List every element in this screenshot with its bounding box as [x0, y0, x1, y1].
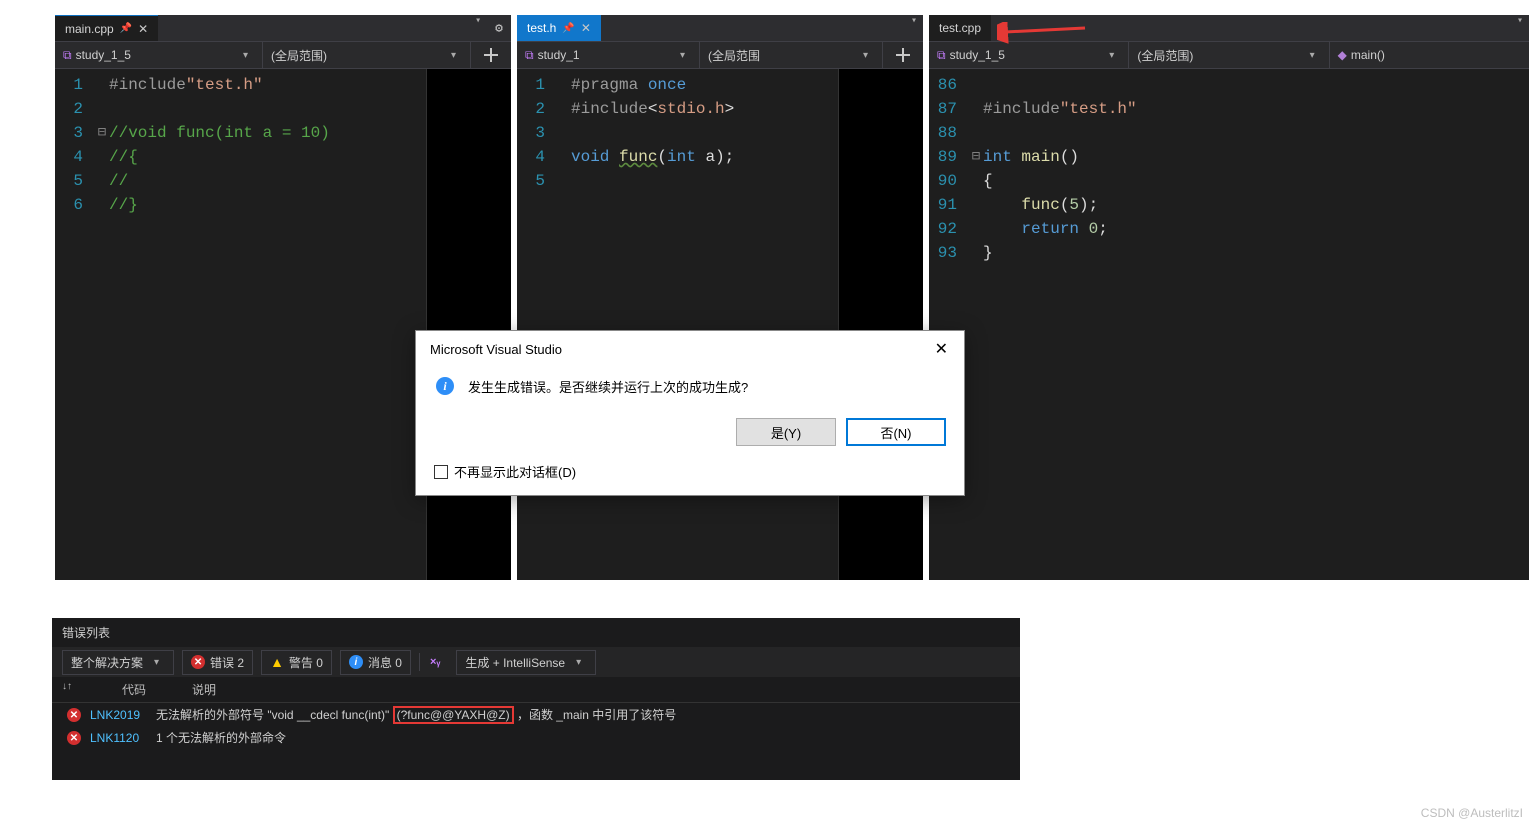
warning-icon: ▲	[270, 654, 284, 670]
function-selector[interactable]: ◆ main()	[1330, 42, 1529, 68]
error-list-panel: 错误列表 整个解决方案 ▾ ✕ 错误 2 ▲ 警告 0 i 消息 0 ×ᵧ 生成…	[52, 618, 1020, 780]
chevron-down-icon: ▾	[1103, 50, 1120, 61]
project-selector[interactable]: ⧉ study_1_5 ▾	[929, 42, 1129, 68]
function-name: main()	[1351, 48, 1385, 62]
project-icon: ⧉	[63, 48, 72, 63]
scope-selector[interactable]: (全局范围 ▾	[700, 42, 883, 68]
project-selector[interactable]: ⧉ study_1_5 ▾	[55, 42, 263, 68]
symbol-highlight: (?func@@YAXH@Z)	[393, 706, 514, 724]
code-content[interactable]: #include"test.h" int main() { func(5); r…	[983, 69, 1529, 580]
error-code-link[interactable]: LNK1120	[90, 731, 152, 745]
chevron-down-icon: ▾	[1304, 50, 1321, 61]
chevron-down-icon: ▾	[674, 50, 691, 61]
scope-selector[interactable]: (全局范围) ▾	[1129, 42, 1329, 68]
close-icon[interactable]: ✕	[929, 339, 954, 359]
fold-gutter[interactable]: ⊟	[969, 69, 983, 580]
tab-bar: test.cpp ▾	[929, 15, 1529, 41]
build-filter-selector[interactable]: 生成 + IntelliSense ▾	[456, 650, 596, 675]
column-description[interactable]: 说明	[192, 681, 1010, 698]
line-gutter: 12345	[517, 69, 557, 580]
split-view-button[interactable]	[471, 42, 511, 68]
minimap[interactable]	[426, 69, 511, 580]
tab-label: test.h	[527, 21, 556, 35]
split-icon	[484, 48, 498, 62]
scope-label: (全局范围	[708, 47, 760, 64]
no-button[interactable]: 否(N)	[846, 418, 946, 446]
minimap[interactable]	[838, 69, 923, 580]
project-name: study_1	[538, 48, 580, 62]
function-icon: ◆	[1338, 48, 1347, 62]
tab-dropdown-icon[interactable]: ▾	[1511, 15, 1529, 41]
chevron-down-icon: ▾	[237, 50, 254, 61]
editor-pane-test-cpp: test.cpp ▾ ⧉ study_1_5 ▾ (全局范围) ▾ ◆ main…	[929, 15, 1529, 580]
tab-main-cpp[interactable]: main.cpp 📌 ✕	[55, 15, 158, 41]
warnings-filter[interactable]: ▲ 警告 0	[261, 650, 332, 675]
editor-toolbar: ⧉ study_1 ▾ (全局范围 ▾	[517, 41, 923, 69]
tab-dropdown-icon[interactable]: ▾	[469, 15, 487, 41]
column-code[interactable]: 代码	[122, 681, 192, 698]
error-row[interactable]: ✕ LNK2019 无法解析的外部符号 "void __cdecl func(i…	[52, 703, 1020, 726]
chevron-down-icon: ▾	[445, 50, 462, 61]
scope-selector[interactable]: (全局范围) ▾	[263, 42, 471, 68]
project-selector[interactable]: ⧉ study_1 ▾	[517, 42, 700, 68]
project-icon: ⧉	[525, 48, 534, 63]
tab-test-h[interactable]: test.h 📌 ✕	[517, 15, 601, 41]
error-description: 无法解析的外部符号 "void __cdecl func(int)" (?fun…	[156, 706, 676, 723]
error-description: 1 个无法解析的外部命令	[156, 729, 286, 746]
solution-scope-selector[interactable]: 整个解决方案 ▾	[62, 650, 174, 675]
errors-filter[interactable]: ✕ 错误 2	[182, 650, 253, 675]
clear-icon[interactable]: ×ᵧ	[430, 656, 440, 668]
info-icon: i	[349, 655, 363, 669]
error-icon: ✕	[67, 731, 81, 745]
code-content[interactable]: #include"test.h" //void func(int a = 10)…	[109, 69, 426, 580]
project-icon: ⧉	[937, 48, 946, 63]
build-error-dialog: Microsoft Visual Studio ✕ i 发生生成错误。是否继续并…	[415, 330, 965, 496]
fold-gutter[interactable]	[557, 69, 571, 580]
pin-icon[interactable]: 📌	[562, 23, 574, 34]
chevron-down-icon: ▾	[148, 657, 165, 668]
checkbox-label: 不再显示此对话框(D)	[454, 462, 576, 481]
scope-label: (全局范围)	[271, 47, 327, 64]
yes-button[interactable]: 是(Y)	[736, 418, 836, 446]
watermark: CSDN @AusterlitzI	[1421, 806, 1523, 820]
editor-toolbar: ⧉ study_1_5 ▾ (全局范围) ▾	[55, 41, 511, 69]
chevron-down-icon: ▾	[857, 50, 874, 61]
tab-test-cpp[interactable]: test.cpp	[929, 15, 991, 41]
tab-bar: main.cpp 📌 ✕ ▾ ⚙	[55, 15, 511, 41]
dialog-message: 发生生成错误。是否继续并运行上次的成功生成?	[468, 377, 748, 396]
error-row[interactable]: ✕ LNK1120 1 个无法解析的外部命令	[52, 726, 1020, 749]
tab-label: test.cpp	[939, 21, 981, 35]
close-icon[interactable]: ✕	[138, 22, 148, 36]
project-name: study_1_5	[76, 48, 131, 62]
error-table-header: ↓↑ 代码 说明	[52, 677, 1020, 703]
fold-gutter[interactable]: ⊟	[95, 69, 109, 580]
split-icon	[896, 48, 910, 62]
dont-show-again-checkbox[interactable]	[434, 465, 448, 479]
tab-dropdown-icon[interactable]: ▾	[905, 15, 923, 41]
gear-icon[interactable]: ⚙	[487, 15, 511, 41]
scope-label: (全局范围)	[1137, 47, 1193, 64]
project-name: study_1_5	[950, 48, 1005, 62]
split-view-button[interactable]	[883, 42, 923, 68]
messages-filter[interactable]: i 消息 0	[340, 650, 411, 675]
info-icon: i	[436, 377, 454, 395]
error-toolbar: 整个解决方案 ▾ ✕ 错误 2 ▲ 警告 0 i 消息 0 ×ᵧ 生成 + In…	[52, 647, 1020, 677]
dialog-title: Microsoft Visual Studio	[430, 342, 562, 357]
close-icon[interactable]: ✕	[581, 21, 591, 35]
tab-label: main.cpp	[65, 22, 114, 36]
line-gutter: 123456	[55, 69, 95, 580]
line-gutter: 8687888990919293	[929, 69, 969, 580]
panel-title: 错误列表	[52, 618, 1020, 647]
code-content[interactable]: #pragma once #include<stdio.h> void func…	[571, 69, 838, 580]
error-icon: ✕	[191, 655, 205, 669]
pin-icon[interactable]: 📌	[120, 23, 132, 34]
editor-toolbar: ⧉ study_1_5 ▾ (全局范围) ▾ ◆ main()	[929, 41, 1529, 69]
error-icon: ✕	[67, 708, 81, 722]
tab-bar: test.h 📌 ✕ ▾	[517, 15, 923, 41]
error-code-link[interactable]: LNK2019	[90, 708, 152, 722]
chevron-down-icon: ▾	[570, 657, 587, 668]
